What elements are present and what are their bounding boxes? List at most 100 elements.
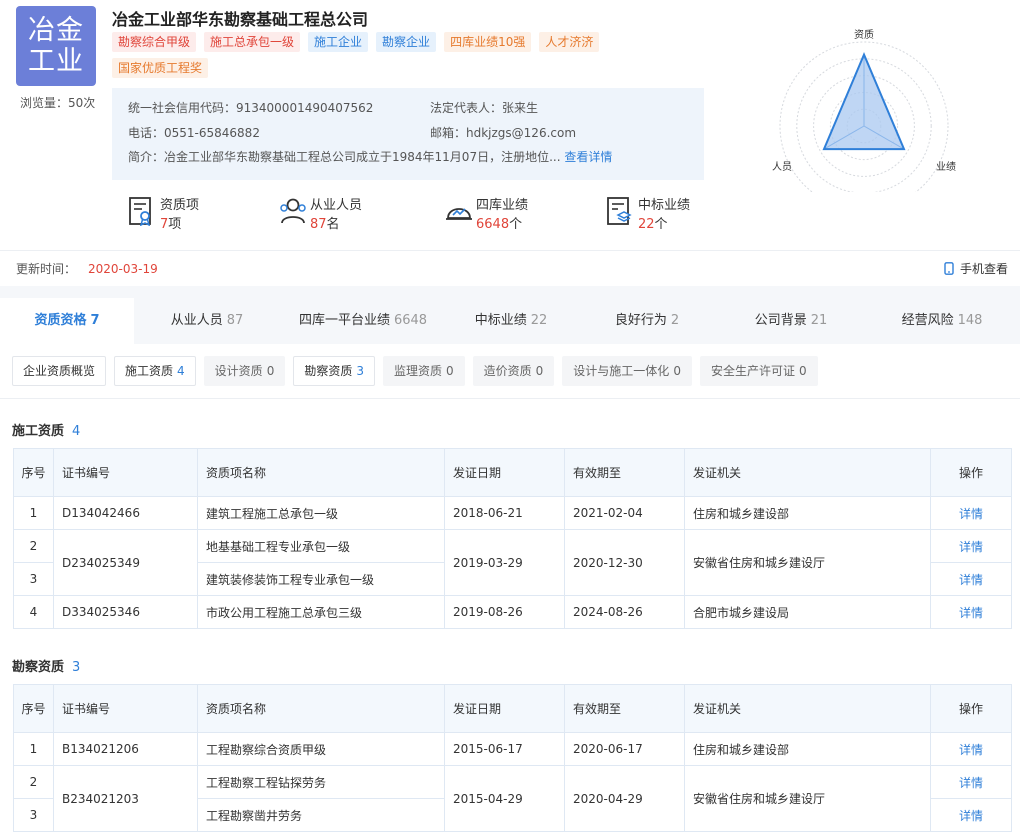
credit-code: 统一社会信用代码：913400001490407562 (128, 101, 374, 115)
subtab-cost[interactable]: 造价资质 0 (472, 356, 555, 386)
company-logo: 冶金 工业 (16, 6, 96, 86)
cell-index: 3 (13, 562, 54, 596)
cell-expires: 2024-08-26 (564, 595, 685, 629)
cell-action: 详情 (930, 595, 1012, 629)
tag: 人才济济 (539, 32, 600, 52)
stat-value: 6648个 (476, 217, 523, 232)
intro-text: 简介：冶金工业部华东勘察基础工程总公司成立于1984年11月07日，注册地位..… (128, 150, 561, 164)
column-header-issued: 发证日期 (444, 448, 565, 497)
subtab-supervision[interactable]: 监理资质 0 (382, 356, 465, 386)
stat-value: 87名 (310, 217, 340, 232)
company-info-box: 统一社会信用代码：913400001490407562 法定代表人：张来生 电话… (112, 88, 704, 180)
cell-index: 2 (13, 529, 54, 563)
mobile-view-button[interactable]: 手机查看 (944, 260, 1008, 277)
column-header-expires: 有效期至 (564, 448, 685, 497)
table-header-row: 序号 证书编号 资质项名称 发证日期 有效期至 发证机关 操作 (13, 684, 1012, 733)
cell-issued: 2019-08-26 (444, 595, 565, 629)
cell-issued: 2015-06-17 (444, 732, 565, 766)
cell-authority: 安徽省住房和城乡建设厅 (684, 765, 931, 832)
update-time: 更新时间： 2020-03-19 (16, 260, 158, 277)
cell-cert: D134042466 (53, 496, 198, 530)
cell-authority: 安徽省住房和城乡建设厅 (684, 529, 931, 596)
qualification-sub-tabs: 企业资质概览 施工资质 4 设计资质 0 勘察资质 3 监理资质 0 造价资质 0 设计与… (12, 356, 818, 386)
column-header-authority: 发证机关 (684, 684, 931, 733)
company-tags: 勘察综合甲级 施工总承包一级 施工企业 勘察企业 四库业绩10强 人才济济 国家… (112, 32, 632, 78)
cell-name: 地基基础工程专业承包一级 (197, 529, 445, 563)
details-link[interactable]: 详情 (959, 809, 983, 823)
cell-name: 市政公用工程施工总承包三级 (197, 595, 445, 629)
radar-label-qualification: 资质 (854, 29, 874, 41)
details-link[interactable]: 详情 (959, 776, 983, 790)
stat-label: 四库业绩 (476, 198, 529, 213)
legal-representative: 法定代表人：张来生 (430, 101, 539, 115)
table-header-row: 序号 证书编号 资质项名称 发证日期 有效期至 发证机关 操作 (13, 448, 1012, 497)
column-header-action: 操作 (930, 448, 1012, 497)
stat-label: 从业人员 (310, 198, 363, 213)
tag: 四库业绩10强 (444, 32, 532, 52)
column-header-name: 资质项名称 (197, 448, 445, 497)
cell-cert: D234025349 (53, 529, 198, 596)
tag: 施工企业 (308, 32, 369, 52)
subtab-overview[interactable]: 企业资质概览 (12, 356, 107, 386)
cell-name: 工程勘察工程钻探劳务 (197, 765, 445, 799)
table-row: 4 D334025346 市政公用工程施工总承包三级 2019-08-26 20… (13, 595, 1012, 629)
tag: 施工总承包一级 (204, 32, 301, 52)
people-icon (280, 198, 306, 224)
cell-cert: B234021203 (53, 765, 198, 832)
stat-label: 中标业绩 (638, 198, 691, 213)
cell-issued: 2019-03-29 (444, 529, 565, 596)
subtab-survey[interactable]: 勘察资质 3 (293, 356, 375, 386)
logo-line-1: 冶金 (28, 15, 84, 46)
view-details-link[interactable]: 查看详情 (564, 150, 612, 164)
divider (0, 398, 1020, 399)
column-header-authority: 发证机关 (684, 448, 931, 497)
cell-name: 工程勘察综合资质甲级 (197, 732, 445, 766)
certificate-icon (129, 197, 151, 226)
tab-qualifications[interactable]: 资质资格 7 (0, 298, 134, 344)
details-link[interactable]: 详情 (959, 743, 983, 757)
survey-section-title: 勘察资质 3 (12, 660, 81, 675)
tab-four-library-performance[interactable]: 四库一平台业绩 6648 (280, 298, 446, 344)
cell-cert: D334025346 (53, 595, 198, 629)
details-link[interactable]: 详情 (959, 573, 983, 587)
table-row: 1 B134021206 工程勘察综合资质甲级 2015-06-17 2020-… (13, 732, 1012, 766)
column-header-index: 序号 (13, 448, 54, 497)
details-link[interactable]: 详情 (959, 507, 983, 521)
cell-expires: 2020-12-30 (564, 529, 685, 596)
tag: 勘察企业 (376, 32, 437, 52)
subtab-safety-license[interactable]: 安全生产许可证 0 (699, 356, 818, 386)
tab-personnel[interactable]: 从业人员 87 (134, 298, 280, 344)
column-header-cert: 证书编号 (53, 448, 198, 497)
details-link[interactable]: 详情 (959, 540, 983, 554)
company-intro: 简介：冶金工业部华东勘察基础工程总公司成立于1984年11月07日，注册地位..… (128, 148, 612, 165)
divider (0, 250, 1020, 251)
cell-issued: 2015-04-29 (444, 765, 565, 832)
update-date: 2020-03-19 (88, 262, 158, 276)
cell-index: 2 (13, 765, 54, 799)
subtab-design-build[interactable]: 设计与施工一体化 0 (562, 356, 692, 386)
cell-action: 详情 (930, 732, 1012, 766)
view-count: 浏览量：50次 (20, 96, 96, 110)
stat-label: 资质项 (160, 198, 200, 213)
cell-action: 详情 (930, 496, 1012, 530)
cell-issued: 2018-06-21 (444, 496, 565, 530)
helmet-icon (446, 208, 472, 220)
subtab-construction[interactable]: 施工资质 4 (114, 356, 196, 386)
tag: 国家优质工程奖 (112, 58, 209, 78)
radar-label-performance: 业绩 (936, 160, 956, 173)
tab-company-background[interactable]: 公司背景 21 (718, 298, 864, 344)
construction-section-title: 施工资质 4 (12, 424, 81, 439)
tab-business-risk[interactable]: 经营风险 148 (864, 298, 1020, 344)
cell-action: 详情 (930, 798, 1012, 832)
tab-good-behavior[interactable]: 良好行为 2 (576, 298, 718, 344)
update-label: 更新时间： (16, 262, 77, 276)
details-link[interactable]: 详情 (959, 606, 983, 620)
cell-authority: 住房和城乡建设部 (684, 732, 931, 766)
table-row: 1 D134042466 建筑工程施工总承包一级 2018-06-21 2021… (13, 496, 1012, 530)
table-row: 2 B234021203 工程勘察工程钻探劳务 2015-04-29 2020-… (13, 765, 1012, 832)
subtab-design[interactable]: 设计资质 0 (203, 356, 286, 386)
cell-expires: 2021-02-04 (564, 496, 685, 530)
tab-winning-bids[interactable]: 中标业绩 22 (446, 298, 576, 344)
table-row: 2 D234025349 地基基础工程专业承包一级 2019-03-29 202… (13, 529, 1012, 596)
column-header-cert: 证书编号 (53, 684, 198, 733)
